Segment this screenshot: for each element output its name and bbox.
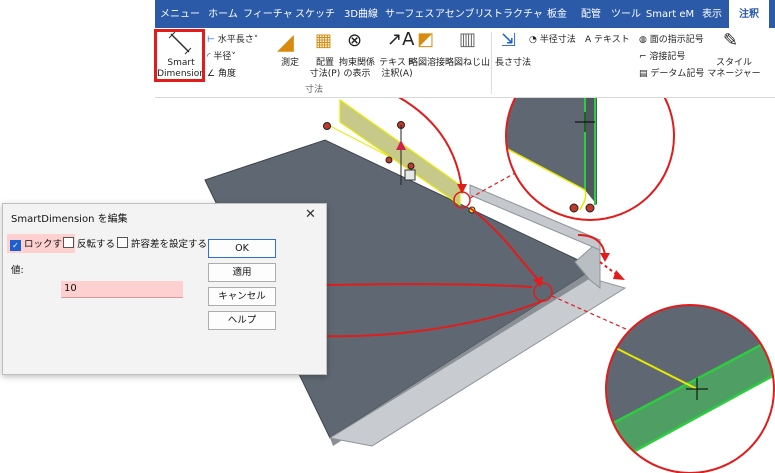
radius-button[interactable]: ◜ 半径˅ bbox=[207, 49, 236, 62]
ribbon-tab-bar: メニュー ホーム フィーチャ スケッチ 3D曲線 サーフェス アセンブリ ストラ… bbox=[155, 0, 775, 28]
datum-mark-icon: ▤ bbox=[639, 69, 648, 79]
tab-piping[interactable]: 配管 bbox=[575, 0, 607, 28]
smart-dimension-highlight bbox=[154, 29, 205, 82]
style-manager-button[interactable]: スタイル マネージャー bbox=[705, 58, 763, 80]
magnifier-bottom bbox=[606, 305, 774, 473]
radius-dim-icon: ◔ bbox=[529, 35, 537, 45]
thread-symbol-icon: ▥ bbox=[459, 29, 477, 50]
tab-annotation[interactable]: 注釈 bbox=[729, 0, 769, 28]
reverse-checkbox[interactable]: 反転する bbox=[63, 236, 115, 250]
tab-smart-em[interactable]: Smart eM bbox=[645, 0, 695, 28]
handle-point[interactable] bbox=[407, 162, 415, 170]
chevron-down-icon[interactable]: ˅ bbox=[254, 35, 259, 45]
tab-tools[interactable]: ツール bbox=[609, 0, 643, 28]
length-dim-button[interactable]: 長さ寸法 bbox=[493, 58, 533, 69]
close-icon[interactable]: ✕ bbox=[305, 207, 316, 222]
handle-point[interactable] bbox=[385, 156, 393, 164]
surface-symbol-icon: ◍ bbox=[639, 35, 647, 45]
tab-menu[interactable]: メニュー bbox=[157, 0, 203, 28]
tab-view[interactable]: 表示 bbox=[697, 0, 727, 28]
weld-symbol-icon: ◩ bbox=[417, 29, 435, 50]
style-manager-icon: ✎ bbox=[723, 30, 739, 51]
weld-mark-button[interactable]: ⌐ 溶接記号 bbox=[639, 49, 685, 62]
tab-structure[interactable]: ストラクチャ bbox=[483, 0, 543, 28]
tab-home[interactable]: ホーム bbox=[205, 0, 241, 28]
tolerance-checkbox[interactable]: 許容差を設定する bbox=[117, 236, 207, 250]
handle-point[interactable] bbox=[323, 122, 331, 130]
value-input[interactable]: 10 bbox=[61, 281, 183, 298]
text-button[interactable]: A テキスト bbox=[585, 32, 630, 45]
tab-assembly[interactable]: アセンブリ bbox=[435, 0, 485, 28]
radius-icon: ◜ bbox=[207, 52, 211, 62]
show-constraints-button[interactable]: 拘束関係 の表示 bbox=[335, 58, 379, 80]
checkbox-empty-icon bbox=[117, 237, 128, 248]
measure-icon: ◢ bbox=[277, 30, 294, 55]
angle-button[interactable]: ∠ 角度 bbox=[207, 66, 236, 79]
radius-dim-button[interactable]: ◔ 半径寸法 bbox=[529, 32, 576, 45]
tab-sketch[interactable]: スケッチ bbox=[293, 0, 337, 28]
tab-surface[interactable]: サーフェス bbox=[385, 0, 434, 28]
dialog-title: SmartDimension を編集 bbox=[11, 214, 128, 225]
tab-3d-curve[interactable]: 3D曲線 bbox=[339, 0, 383, 28]
ribbon: メニュー ホーム フィーチャ スケッチ 3D曲線 サーフェス アセンブリ ストラ… bbox=[155, 0, 775, 98]
group-label-dimension: 寸法 bbox=[305, 85, 324, 95]
angle-icon: ∠ bbox=[207, 69, 216, 79]
group-divider bbox=[491, 32, 492, 94]
tab-feature[interactable]: フィーチャ bbox=[243, 0, 293, 28]
checkbox-empty-icon bbox=[63, 237, 74, 248]
apply-button[interactable]: 適用 bbox=[208, 263, 276, 282]
help-button[interactable]: ヘルプ bbox=[208, 311, 276, 330]
checkbox-checked-icon: ✓ bbox=[10, 240, 21, 251]
place-dimension-icon: ▦ bbox=[315, 30, 333, 51]
text-icon: A bbox=[585, 35, 592, 45]
chevron-down-icon[interactable]: ˅ bbox=[231, 52, 236, 62]
drag-handle-icon[interactable] bbox=[404, 169, 416, 181]
horizontal-length-button[interactable]: ⊢ 水平長さ˅ bbox=[207, 32, 258, 45]
cancel-button[interactable]: キャンセル bbox=[208, 287, 276, 306]
edit-smartdimension-dialog: SmartDimension を編集 ✕ ✓ ロックする 反転する 許容差を設定す… bbox=[2, 203, 327, 375]
ok-button[interactable]: OK bbox=[208, 239, 276, 258]
show-constraints-icon: ⊗ bbox=[347, 30, 363, 51]
tab-sheetmetal[interactable]: 板金 bbox=[541, 0, 573, 28]
weld-symbol-button[interactable]: 略図溶接 bbox=[407, 58, 447, 69]
datum-mark-button[interactable]: ▤ データム記号 bbox=[639, 66, 704, 79]
horizontal-length-icon: ⊢ bbox=[207, 35, 215, 45]
measure-button[interactable]: 測定 bbox=[275, 58, 305, 69]
thread-symbol-button[interactable]: 略図ねじ山 bbox=[445, 58, 490, 69]
weld-mark-icon: ⌐ bbox=[639, 52, 647, 62]
value-label: 値: bbox=[11, 265, 24, 276]
text-annotation-icon: ↗A bbox=[387, 29, 415, 50]
surface-symbol-button[interactable]: ◍ 面の指示記号 bbox=[639, 32, 704, 45]
length-dim-icon: ⇲ bbox=[501, 30, 517, 51]
